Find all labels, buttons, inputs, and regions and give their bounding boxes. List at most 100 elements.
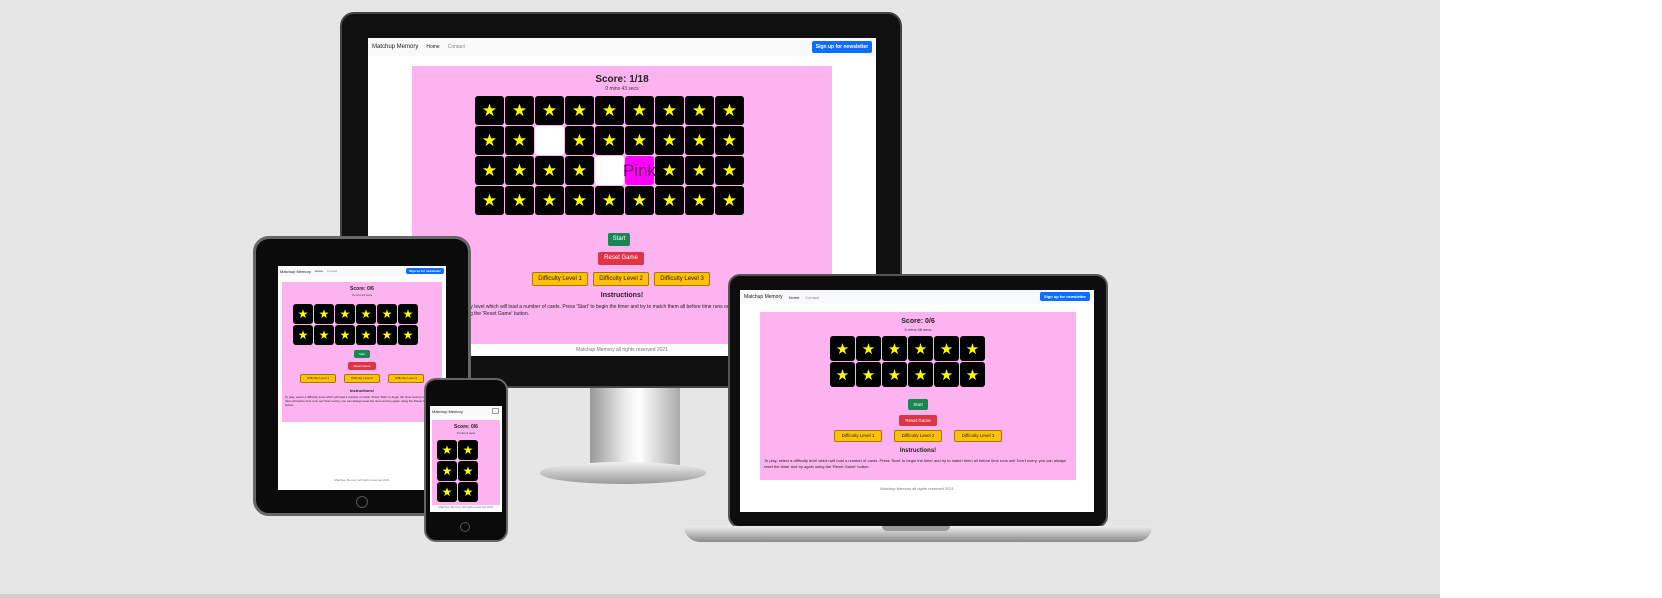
card-star-icon[interactable]: ★ <box>505 156 534 185</box>
nav-contact-link[interactable]: Contact <box>327 269 337 273</box>
nav-contact-link[interactable]: Contact <box>805 295 819 300</box>
card-star-icon[interactable]: ★ <box>565 186 594 215</box>
card-star-icon[interactable]: ★ <box>715 126 744 155</box>
card-star-icon[interactable]: ★ <box>655 126 684 155</box>
timer-display: 0 mins 48 secs <box>904 327 932 332</box>
footer-text: Matchup Memory all rights reserved 2021 <box>334 478 390 482</box>
card-star-icon[interactable]: ★ <box>565 156 594 185</box>
card-star-icon[interactable]: ★ <box>475 186 504 215</box>
card-star-icon[interactable]: ★ <box>934 362 959 387</box>
reset-game-button[interactable]: Reset Game <box>598 252 644 265</box>
card-star-icon[interactable]: ★ <box>314 325 334 345</box>
card-star-icon[interactable]: ★ <box>882 336 907 361</box>
difficulty-level-3-button[interactable]: Difficulty Level 3 <box>388 374 424 383</box>
card-face-up-blank[interactable] <box>595 156 624 185</box>
card-star-icon[interactable]: ★ <box>882 362 907 387</box>
brand-link[interactable]: Matchup Memory <box>280 269 311 274</box>
card-star-icon[interactable]: ★ <box>715 186 744 215</box>
card-star-icon[interactable]: ★ <box>535 156 564 185</box>
card-star-icon[interactable]: ★ <box>356 325 376 345</box>
difficulty-level-1-button[interactable]: Difficulty Level 1 <box>834 430 882 442</box>
card-face-up-blank[interactable] <box>535 126 564 155</box>
card-star-icon[interactable]: ★ <box>685 186 714 215</box>
card-star-icon[interactable]: ★ <box>685 96 714 125</box>
card-star-icon[interactable]: ★ <box>475 96 504 125</box>
card-star-icon[interactable]: ★ <box>458 461 478 481</box>
difficulty-level-2-button[interactable]: Difficulty Level 2 <box>344 374 380 383</box>
card-star-icon[interactable]: ★ <box>908 362 933 387</box>
card-star-icon[interactable]: ★ <box>356 304 376 324</box>
card-star-icon[interactable]: ★ <box>437 461 457 481</box>
brand-link[interactable]: Matchup Memory <box>372 44 418 50</box>
start-button[interactable]: Start <box>608 233 630 246</box>
card-star-icon[interactable]: ★ <box>335 325 355 345</box>
newsletter-signup-button[interactable]: Sign up for newsletter <box>406 268 444 274</box>
brand-link[interactable]: Matchup Memory <box>432 409 463 414</box>
difficulty-level-3-button[interactable]: Difficulty Level 3 <box>654 272 710 286</box>
card-star-icon[interactable]: ★ <box>458 440 478 460</box>
card-star-icon[interactable]: ★ <box>293 325 313 345</box>
difficulty-level-1-button[interactable]: Difficulty Level 1 <box>300 374 336 383</box>
card-star-icon[interactable]: ★ <box>934 336 959 361</box>
card-star-icon[interactable]: ★ <box>505 186 534 215</box>
card-star-icon[interactable]: ★ <box>595 186 624 215</box>
card-star-icon[interactable]: ★ <box>475 156 504 185</box>
nav-home-link[interactable]: Home <box>426 44 439 50</box>
difficulty-level-2-button[interactable]: Difficulty Level 2 <box>894 430 942 442</box>
card-face-up-pink[interactable]: Pink <box>623 156 656 185</box>
timer-display: 0 mins 43 secs <box>605 86 639 92</box>
card-star-icon[interactable]: ★ <box>655 156 684 185</box>
start-button[interactable]: Start <box>354 350 370 358</box>
card-star-icon[interactable]: ★ <box>475 126 504 155</box>
card-star-icon[interactable]: ★ <box>377 325 397 345</box>
card-star-icon[interactable]: ★ <box>715 96 744 125</box>
reset-game-button[interactable]: Reset Game <box>348 362 376 370</box>
footer-text: Matchup Memory all rights reserved 2021 <box>880 486 954 491</box>
card-star-icon[interactable]: ★ <box>458 482 478 502</box>
menu-toggle-icon[interactable] <box>492 408 499 414</box>
card-star-icon[interactable]: ★ <box>625 96 654 125</box>
card-star-icon[interactable]: ★ <box>685 156 714 185</box>
card-star-icon[interactable]: ★ <box>565 96 594 125</box>
difficulty-level-3-button[interactable]: Difficulty Level 3 <box>954 430 1002 442</box>
difficulty-level-1-button[interactable]: Difficulty Level 1 <box>532 272 588 286</box>
brand-link[interactable]: Matchup Memory <box>744 294 783 300</box>
card-star-icon[interactable]: ★ <box>398 304 418 324</box>
card-star-icon[interactable]: ★ <box>437 482 457 502</box>
card-star-icon[interactable]: ★ <box>655 96 684 125</box>
card-star-icon[interactable]: ★ <box>655 186 684 215</box>
reset-game-button[interactable]: Reset Game <box>899 415 937 426</box>
difficulty-level-2-button[interactable]: Difficulty Level 2 <box>593 272 649 286</box>
card-star-icon[interactable]: ★ <box>715 156 744 185</box>
nav-contact-link[interactable]: Contact <box>448 44 465 50</box>
nav-home-link[interactable]: Home <box>315 269 323 273</box>
card-star-icon[interactable]: ★ <box>856 362 881 387</box>
card-star-icon[interactable]: ★ <box>437 440 457 460</box>
card-star-icon[interactable]: ★ <box>908 336 933 361</box>
card-star-icon[interactable]: ★ <box>565 126 594 155</box>
newsletter-signup-button[interactable]: Sign up for newsletter <box>1040 292 1090 301</box>
card-star-icon[interactable]: ★ <box>685 126 714 155</box>
card-star-icon[interactable]: ★ <box>293 304 313 324</box>
card-star-icon[interactable]: ★ <box>314 304 334 324</box>
card-star-icon[interactable]: ★ <box>830 362 855 387</box>
card-star-icon[interactable]: ★ <box>960 336 985 361</box>
card-star-icon[interactable]: ★ <box>856 336 881 361</box>
card-star-icon[interactable]: ★ <box>625 186 654 215</box>
card-star-icon[interactable]: ★ <box>377 304 397 324</box>
card-star-icon[interactable]: ★ <box>595 96 624 125</box>
card-star-icon[interactable]: ★ <box>960 362 985 387</box>
newsletter-signup-button[interactable]: Sign up for newsletter <box>812 41 872 53</box>
nav-home-link[interactable]: Home <box>789 295 800 300</box>
card-star-icon[interactable]: ★ <box>505 96 534 125</box>
card-star-icon[interactable]: ★ <box>535 186 564 215</box>
card-star-icon[interactable]: ★ <box>595 126 624 155</box>
card-star-icon[interactable]: ★ <box>625 126 654 155</box>
card-star-icon[interactable]: ★ <box>335 304 355 324</box>
card-star-icon[interactable]: ★ <box>398 325 418 345</box>
card-star-icon[interactable]: ★ <box>535 96 564 125</box>
laptop-screen: Matchup Memory Home Contact Sign up for … <box>740 290 1094 512</box>
start-button[interactable]: Start <box>908 399 928 410</box>
card-star-icon[interactable]: ★ <box>830 336 855 361</box>
card-star-icon[interactable]: ★ <box>505 126 534 155</box>
